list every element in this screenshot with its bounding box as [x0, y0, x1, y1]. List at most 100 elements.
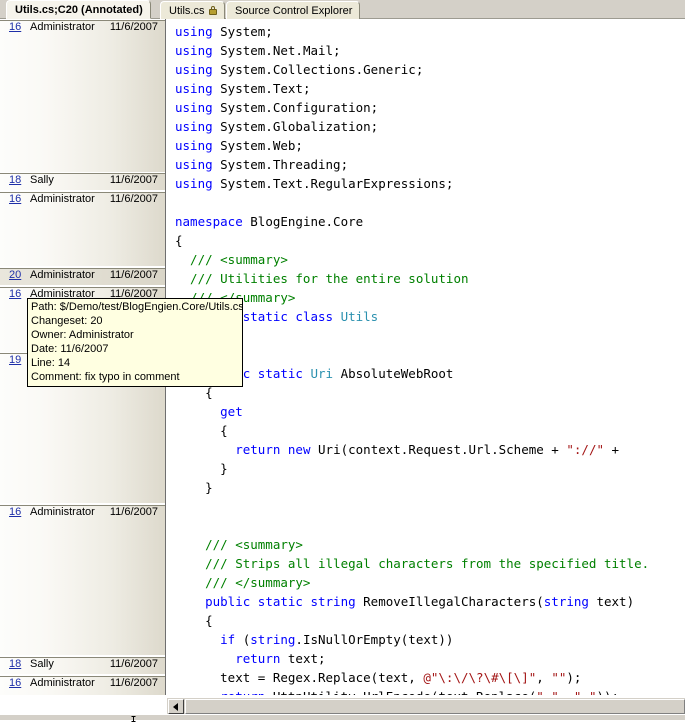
code-token: using: [175, 100, 221, 115]
code-line: namespace BlogEngine.Core: [175, 212, 649, 231]
code-token: string: [543, 594, 589, 609]
code-token: System.Configuration;: [220, 100, 379, 115]
changeset-link[interactable]: 16: [9, 193, 21, 205]
code-token: System.Threading;: [220, 157, 349, 172]
gutter-corner: [0, 697, 166, 714]
tab-source-control-explorer[interactable]: Source Control Explorer: [226, 1, 361, 19]
code-token: using: [175, 119, 221, 134]
annotation-row: 18 Sally 11/6/2007: [0, 173, 165, 190]
code-line: return new Uri(context.Request.Url.Schem…: [175, 440, 649, 459]
code-line: {: [175, 611, 649, 630]
code-token: /// </summary>: [175, 575, 311, 590]
code-token: text;: [287, 651, 326, 666]
code-token: using: [175, 24, 221, 39]
code-token: +: [604, 442, 620, 457]
text-cursor-icon: [131, 716, 136, 722]
code-line: }: [175, 459, 649, 478]
annotation-user: Administrator: [30, 506, 95, 518]
code-token: BlogEngine.Core: [250, 214, 364, 229]
annotated-editor: 16 Administrator 11/6/2007 18 Sally 11/6/2007…: [0, 19, 685, 722]
annotation-block[interactable]: 16 Administrator 11/6/2007: [0, 504, 165, 656]
code-token: ));: [596, 689, 619, 695]
annotation-user: Sally: [30, 658, 54, 670]
annotation-row: 16 Administrator 11/6/2007: [0, 20, 165, 37]
changeset-link[interactable]: 18: [9, 174, 21, 186]
annotation-block[interactable]: 16 Administrator 11/6/2007: [0, 675, 165, 695]
code-token: namespace: [175, 214, 251, 229]
annotation-block[interactable]: 16 Administrator 11/6/2007: [0, 19, 165, 180]
horizontal-scrollbar[interactable]: [167, 697, 685, 714]
code-line: /// Utilities for the entire solution: [175, 269, 649, 288]
annotation-block[interactable]: 16 Administrator 11/6/2007: [0, 191, 165, 267]
annotation-date: 11/6/2007: [109, 269, 158, 281]
tooltip-line: Owner: Administrator: [31, 329, 134, 341]
code-token: public static string: [205, 594, 364, 609]
changeset-link[interactable]: 18: [9, 658, 21, 670]
code-token: <summary>: [220, 252, 288, 267]
code-token: "://": [566, 442, 605, 457]
code-token: if: [220, 632, 243, 647]
tab-utils-annotated[interactable]: Utils.cs;C20 (Annotated): [6, 0, 151, 19]
changeset-link[interactable]: 20: [9, 269, 21, 281]
code-token: }: [175, 461, 228, 476]
annotation-date: 11/6/2007: [109, 21, 158, 33]
annotation-row: 16 Administrator 11/6/2007: [0, 192, 165, 209]
annotation-date: 11/6/2007: [109, 677, 158, 689]
code-token: );: [566, 670, 582, 685]
code-line: using System.Threading;: [175, 155, 649, 174]
annotation-row: 16 Administrator 11/6/2007: [0, 676, 165, 693]
tooltip-line: Path: $/Demo/test/BlogEngien.Core/Utils.…: [31, 301, 243, 313]
code-token: using: [175, 138, 221, 153]
changeset-link[interactable]: 16: [9, 288, 21, 300]
changeset-link[interactable]: 19: [9, 354, 21, 366]
code-line: return HttpUtility.UrlEncode(text.Replac…: [175, 687, 649, 695]
tab-utils-cs[interactable]: Utils.cs: [160, 1, 226, 19]
code-line: {: [175, 421, 649, 440]
code-token: /// Utilities for the entire solution: [175, 271, 469, 286]
changeset-link[interactable]: 16: [9, 506, 21, 518]
annotation-row: 16 Administrator 11/6/2007: [0, 505, 165, 522]
code-token: using: [175, 157, 221, 172]
code-token: RemoveIllegalCharacters(: [363, 594, 544, 609]
code-token: return: [235, 651, 288, 666]
annotation-block[interactable]: 18 Sally 11/6/2007: [0, 656, 165, 675]
code-token: .IsNullOrEmpty(text)): [295, 632, 454, 647]
code-token: Uri(context.Request.Url.Scheme +: [318, 442, 567, 457]
code-line: text = Regex.Replace(text, @"\:\/\?\#\[\…: [175, 668, 649, 687]
code-line: using System.Net.Mail;: [175, 41, 649, 60]
tooltip-line: Comment: fix typo in comment: [31, 371, 180, 383]
code-line: /// <summary>: [175, 250, 649, 269]
scroll-track[interactable]: [185, 699, 685, 714]
annotation-user: Sally: [30, 174, 54, 186]
scroll-left-arrow-icon[interactable]: [168, 699, 184, 714]
annotation-date: 11/6/2007: [109, 506, 158, 518]
annotation-user: Administrator: [30, 677, 95, 689]
code-token: get: [220, 404, 243, 419]
code-token: using: [175, 43, 221, 58]
code-token: " ": [536, 689, 559, 695]
code-pane[interactable]: using System; using System.Net.Mail; using…: [167, 19, 685, 695]
annotation-user: Administrator: [30, 193, 95, 205]
code-token: AbsoluteWebRoot: [333, 366, 454, 381]
code-line: using System.Configuration;: [175, 98, 649, 117]
tooltip-line: Date: 11/6/2007: [31, 343, 109, 355]
annotation-user: Administrator: [30, 269, 95, 281]
code-token: System.Globalization;: [220, 119, 379, 134]
annotation-date: 11/6/2007: [109, 658, 158, 670]
code-token: text): [588, 594, 635, 609]
annotation-block[interactable]: 20 Administrator 11/6/2007: [0, 267, 165, 286]
code-token: ,: [536, 670, 552, 685]
code-line: public static Uri AbsoluteWebRoot: [175, 364, 649, 383]
code-token: "": [551, 670, 567, 685]
annotation-date: 11/6/2007: [109, 174, 158, 186]
code-token: using: [175, 176, 221, 191]
annotation-block[interactable]: 18 Sally 11/6/2007: [0, 172, 165, 191]
changeset-link[interactable]: 16: [9, 21, 21, 33]
code-token: ,: [559, 689, 574, 695]
changeset-link[interactable]: 16: [9, 677, 21, 689]
